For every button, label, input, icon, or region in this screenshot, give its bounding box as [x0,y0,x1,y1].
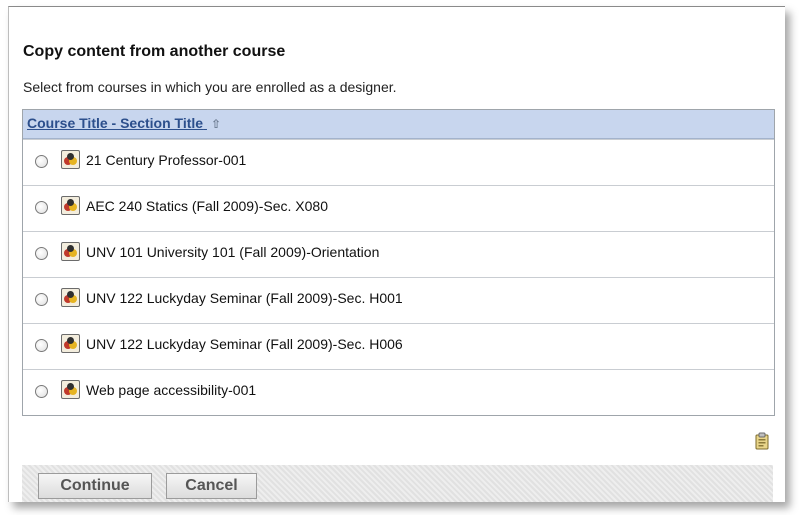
course-icon [61,242,80,261]
course-radio[interactable] [35,385,48,398]
course-icon [61,196,80,215]
course-radio[interactable] [35,201,48,214]
course-label: 21 Century Professor-001 [86,152,247,168]
table-row: UNV 122 Luckyday Seminar (Fall 2009)-Sec… [23,277,774,323]
course-radio[interactable] [35,339,48,352]
course-label: UNV 122 Luckyday Seminar (Fall 2009)-Sec… [86,336,403,352]
table-header: Course Title - Section Title ⇧ [23,110,774,139]
dialog-subtitle: Select from courses in which you are enr… [23,79,397,95]
sort-ascending-icon: ⇧ [210,117,222,131]
continue-button[interactable]: Continue [38,473,152,499]
course-icon [61,380,80,399]
table-row: 21 Century Professor-001 [23,139,774,185]
course-label: Web page accessibility-001 [86,382,257,398]
cancel-button[interactable]: Cancel [166,473,257,499]
course-icon [61,334,80,353]
course-radio[interactable] [35,155,48,168]
course-label: AEC 240 Statics (Fall 2009)-Sec. X080 [86,198,329,214]
course-title-sort-link[interactable]: Course Title - Section Title ⇧ [27,115,221,131]
copy-content-dialog: Copy content from another course Select … [8,6,785,502]
table-row: Web page accessibility-001 [23,369,774,415]
course-icon [61,288,80,307]
dialog-title: Copy content from another course [23,43,286,60]
course-label: UNV 122 Luckyday Seminar (Fall 2009)-Sec… [86,290,403,306]
table-row: UNV 101 University 101 (Fall 2009)-Orien… [23,231,774,277]
course-label: UNV 101 University 101 (Fall 2009)-Orien… [86,244,380,260]
header-label: Course Title - Section Title [27,115,204,131]
course-radio[interactable] [35,247,48,260]
help-clipboard-icon[interactable] [752,431,772,451]
course-icon [61,150,80,169]
button-bar: Continue Cancel [22,465,773,502]
table-row: AEC 240 Statics (Fall 2009)-Sec. X080 [23,185,774,231]
table-row: UNV 122 Luckyday Seminar (Fall 2009)-Sec… [23,323,774,369]
course-table: Course Title - Section Title ⇧ 21 Centur… [22,109,775,416]
course-radio[interactable] [35,293,48,306]
